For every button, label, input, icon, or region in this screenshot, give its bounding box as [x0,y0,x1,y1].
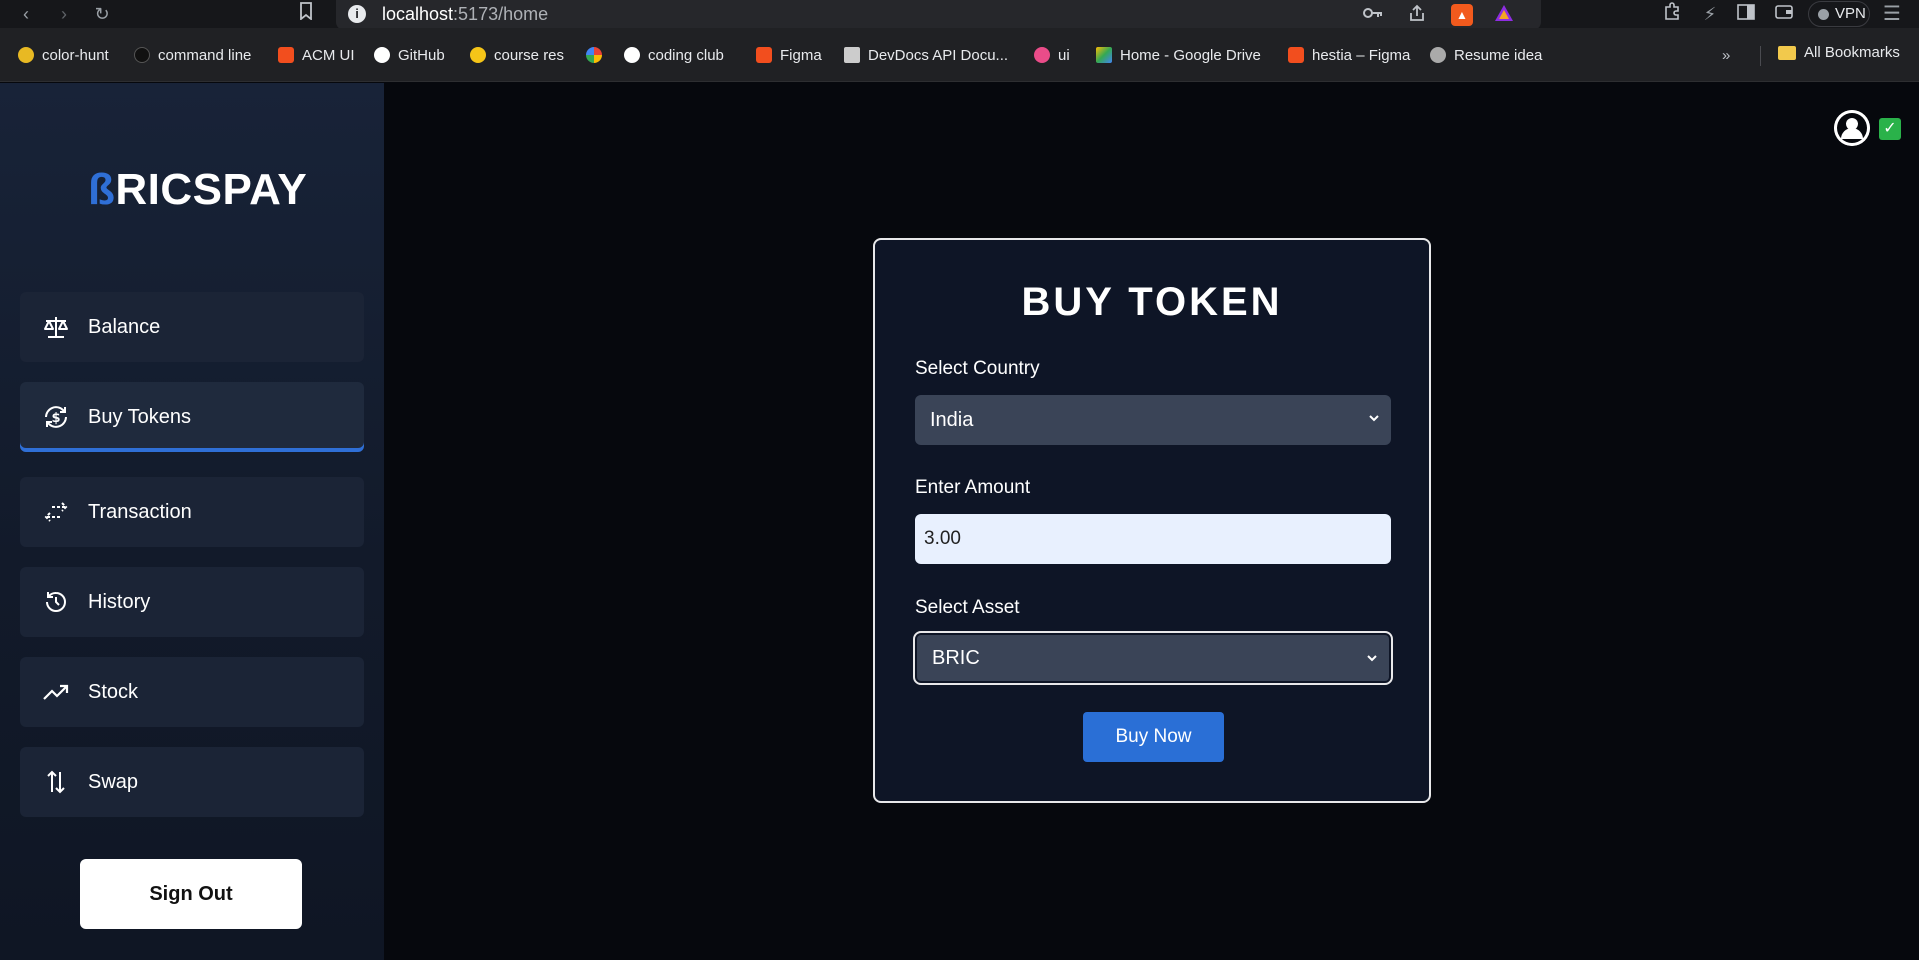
dollar-refresh-icon: $ [42,403,70,431]
vpn-status-icon [1818,9,1829,20]
figma-icon [756,47,772,63]
verified-check-icon: ✓ [1879,118,1901,140]
github-icon [624,47,640,63]
key-icon[interactable] [1362,4,1384,26]
brave-rewards-icon[interactable] [1493,4,1515,26]
devdocs-icon [844,47,860,63]
country-select[interactable]: India [915,395,1391,445]
app-logo[interactable]: ßRICSPAY [88,165,307,215]
course-res-icon [470,47,486,63]
browser-toolbar: ‹ › ↻ i localhost:5173/home ▲ ⚡ VPN ☰ [0,0,1919,30]
sidebar-item-buy-tokens[interactable]: $ Buy Tokens [20,382,364,452]
github-icon [374,47,390,63]
sidebar-item-transaction[interactable]: Transaction [20,477,364,547]
bookmark-item[interactable]: DevDocs API Docu... [844,44,1008,66]
sidebar-toggle-icon[interactable] [1734,2,1758,26]
leo-icon[interactable]: ⚡ [1698,2,1722,26]
chevron-down-icon [1369,415,1379,422]
bookmark-item[interactable]: ACM UI [278,44,355,66]
url-text: localhost:5173/home [382,4,549,24]
wallet-icon[interactable] [1772,2,1796,26]
country-label: Select Country [915,358,1040,379]
all-bookmarks-button[interactable]: All Bookmarks [1778,44,1900,61]
bookmarks-divider [1760,46,1761,66]
photos-icon [586,47,602,63]
figma-icon [1288,47,1304,63]
brave-shield-icon[interactable]: ▲ [1451,4,1473,26]
sidebar: ßRICSPAY Balance $ Buy Tokens Transactio… [0,83,384,960]
bookmark-item[interactable]: hestia – Figma [1288,44,1410,66]
asset-label: Select Asset [915,597,1020,618]
more-bookmarks-icon[interactable]: » [1722,44,1730,66]
back-icon[interactable]: ‹ [14,2,38,26]
bookmark-item[interactable]: GitHub [374,44,445,66]
bookmark-item[interactable]: Resume idea [1430,44,1542,66]
dribbble-icon [1034,47,1050,63]
sidebar-item-history[interactable]: History [20,567,364,637]
bookmark-item[interactable]: color-hunt [18,44,109,66]
trending-up-icon [42,678,70,706]
sidebar-item-stock[interactable]: Stock [20,657,364,727]
command-line-icon [134,47,150,63]
transfer-icon [42,498,70,526]
buy-token-card: BUY TOKEN Select Country India Enter Amo… [873,238,1431,803]
menu-icon[interactable]: ☰ [1880,2,1904,26]
share-icon[interactable] [1406,4,1428,26]
sign-out-button[interactable]: Sign Out [80,859,302,929]
extensions-icon[interactable] [1660,2,1684,26]
history-icon [42,588,70,616]
address-bar[interactable]: i localhost:5173/home ▲ [336,0,1541,30]
swap-icon [42,768,70,796]
bookmark-item[interactable]: course res [470,44,564,66]
vpn-button[interactable]: VPN [1808,1,1870,27]
google-drive-icon [1096,47,1112,63]
bookmark-icon[interactable] [294,2,318,26]
figma-icon [278,47,294,63]
avatar[interactable] [1834,110,1870,146]
svg-text:$: $ [51,411,60,426]
forward-icon[interactable]: › [52,2,76,26]
info-icon[interactable]: i [348,5,366,23]
bookmark-item[interactable]: coding club [624,44,724,66]
bookmark-item[interactable]: Figma [756,44,822,66]
sidebar-item-swap[interactable]: Swap [20,747,364,817]
scale-icon [42,313,70,341]
sidebar-item-balance[interactable]: Balance [20,292,364,362]
amount-label: Enter Amount [915,477,1031,498]
buy-now-button[interactable]: Buy Now [1083,712,1224,762]
bookmark-item[interactable]: ui [1034,44,1070,66]
chevron-down-icon [1367,655,1377,662]
bookmark-item[interactable]: Home - Google Drive [1096,44,1261,66]
globe-icon [1430,47,1446,63]
bookmarks-bar: color-hunt command line ACM UI GitHub co… [0,28,1919,82]
folder-icon [1778,45,1796,60]
form-title: BUY TOKEN [1021,280,1283,324]
color-hunt-icon [18,47,34,63]
amount-input[interactable]: 3.00 [915,514,1391,564]
bookmark-item[interactable] [586,44,610,66]
reload-icon[interactable]: ↻ [90,2,114,26]
asset-select[interactable]: BRIC [913,631,1393,685]
bookmark-item[interactable]: command line [134,44,251,66]
